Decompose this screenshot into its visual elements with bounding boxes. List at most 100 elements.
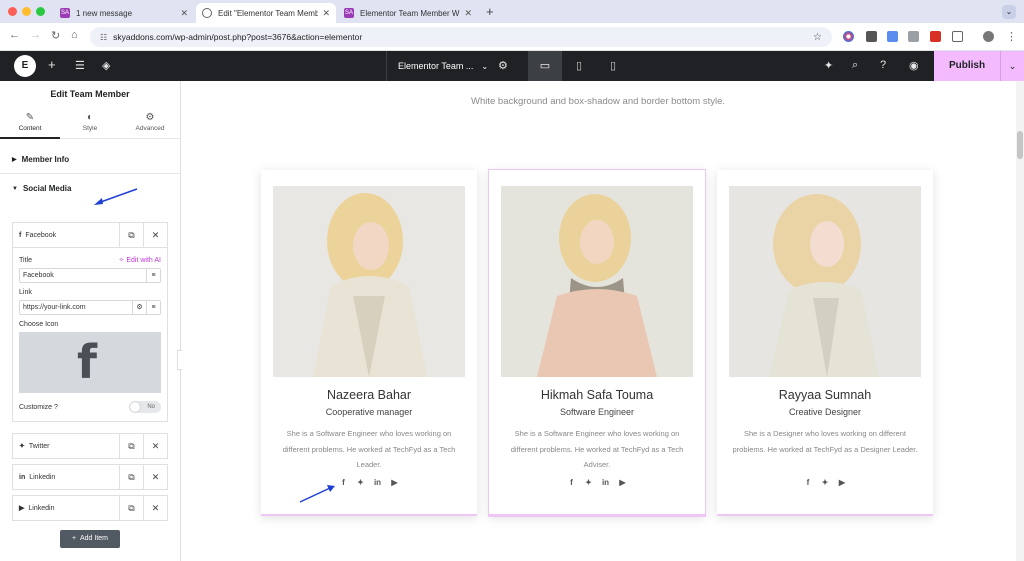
site-info-icon[interactable]: ☷ [100, 33, 107, 42]
more-menu-icon[interactable]: ⋮ [1006, 30, 1017, 43]
title-label: Title [19, 256, 32, 264]
browser-tab-edit[interactable]: Edit "Elementor Team Member" ✕ [196, 3, 336, 23]
mobile-view-icon[interactable]: ▯ [596, 51, 630, 81]
youtube-icon[interactable]: ▶ [618, 478, 627, 487]
linkedin-icon[interactable]: in [373, 478, 382, 487]
twitter-icon[interactable]: ✦ [821, 478, 830, 487]
page-settings-gear-icon[interactable]: ⚙ [498, 59, 508, 72]
duplicate-icon[interactable]: ⧉ [119, 496, 143, 520]
duplicate-icon[interactable]: ⧉ [119, 434, 143, 458]
tab-search-icon[interactable]: ⌄ [1002, 5, 1016, 19]
repeater-item-header[interactable]: ▶ Linkedin ⧉ ✕ [13, 496, 167, 520]
dynamic-tags-icon[interactable]: ≡ [146, 269, 160, 282]
back-icon[interactable]: ← [9, 29, 20, 41]
linkedin-icon[interactable]: in [601, 478, 610, 487]
section-subtitle: White background and box-shadow and bord… [470, 96, 725, 107]
close-tab-icon[interactable]: ✕ [322, 8, 330, 19]
publish-options-chevron-icon[interactable]: ⌄ [1000, 51, 1024, 81]
repeater-item-header[interactable]: in Linkedin ⧉ ✕ [13, 465, 167, 489]
facebook-icon: f [77, 335, 98, 389]
chevron-down-icon: ⌄ [481, 61, 489, 71]
bookmark-star-icon[interactable]: ☆ [813, 32, 822, 43]
image-extension-icon[interactable] [908, 31, 919, 42]
new-tab-button[interactable]: + [486, 4, 494, 19]
facebook-icon[interactable]: f [567, 478, 576, 487]
translate-extension-icon[interactable] [887, 31, 898, 42]
document-name-dropdown[interactable]: Elementor Team ... ⌄ [386, 51, 491, 81]
add-item-button[interactable]: + Add Item [60, 530, 120, 548]
close-tab-icon[interactable]: ✕ [180, 8, 188, 19]
home-icon[interactable]: ⌂ [71, 29, 78, 41]
twitter-icon[interactable]: ✦ [356, 478, 365, 487]
elementor-top-bar: E + ☰ ◈ Elementor Team ... ⌄ ⚙ ▭ ▯ ▯ ✦ ⌕… [0, 51, 1024, 81]
browser-tab-widget[interactable]: SA Elementor Team Member Wid ✕ [338, 3, 478, 23]
puzzle-extensions-icon[interactable] [952, 31, 963, 42]
duplicate-icon[interactable]: ⧉ [119, 223, 143, 247]
help-icon[interactable]: ? [880, 59, 886, 71]
address-bar[interactable]: ☷ skyaddons.com/wp-admin/post.php?post=3… [90, 27, 832, 47]
duplicate-icon[interactable]: ⧉ [119, 465, 143, 489]
title-input[interactable]: Facebook ≡ [19, 268, 161, 283]
structure-layers-icon[interactable]: ◈ [102, 59, 110, 72]
tablet-view-icon[interactable]: ▯ [562, 51, 596, 81]
elementor-logo-icon[interactable]: E [14, 55, 36, 77]
repeater-item-header[interactable]: ✦ Twitter ⧉ ✕ [13, 434, 167, 458]
section-member-info[interactable]: ▶ Member Info [0, 145, 180, 174]
customize-toggle[interactable]: No [129, 401, 161, 413]
notifications-icon[interactable]: ✦ [824, 59, 833, 72]
member-name: Rayyaa Sumnah [778, 388, 872, 402]
add-element-icon[interactable]: + [48, 57, 56, 72]
member-role: Creative Designer [788, 407, 862, 417]
dynamic-tags-icon[interactable]: ≡ [146, 301, 160, 314]
team-member-card[interactable]: Rayyaa Sumnah Creative Designer She is a… [717, 170, 933, 516]
search-icon[interactable]: ⌕ [852, 59, 858, 72]
team-member-card-selected[interactable]: Hikmah Safa Touma Software Engineer She … [488, 169, 706, 517]
twitter-icon[interactable]: ✦ [584, 478, 593, 487]
forward-icon[interactable]: → [30, 29, 41, 41]
youtube-icon: ▶ [19, 505, 25, 512]
reload-icon[interactable]: ↻ [51, 29, 60, 42]
publish-button[interactable]: Publish [934, 51, 1000, 81]
team-member-card[interactable]: Nazeera Bahar Cooperative manager She is… [261, 170, 477, 516]
edit-with-ai-button[interactable]: ✧ Edit with AI [119, 256, 161, 264]
linkedin-icon: in [19, 473, 26, 481]
toggle-label: No [147, 404, 155, 410]
remove-icon[interactable]: ✕ [143, 465, 167, 489]
facebook-icon[interactable]: f [339, 478, 348, 487]
facebook-icon: f [19, 231, 22, 239]
remove-icon[interactable]: ✕ [143, 223, 167, 247]
repeater-item-header[interactable]: f Facebook ⧉ ✕ [13, 223, 167, 247]
preview-eye-icon[interactable]: ◉ [909, 59, 919, 72]
minimize-window-button[interactable] [22, 7, 31, 16]
remove-icon[interactable]: ✕ [143, 496, 167, 520]
scrollbar-thumb[interactable] [1017, 131, 1023, 159]
youtube-icon[interactable]: ▶ [838, 478, 847, 487]
tab-label: Content [18, 125, 42, 132]
member-photo [273, 186, 465, 377]
close-tab-icon[interactable]: ✕ [464, 8, 472, 19]
red-extension-icon[interactable] [930, 31, 941, 42]
tab-title: Edit "Elementor Team Member" [218, 8, 319, 18]
shield-extension-icon[interactable] [866, 31, 877, 42]
sky-addons-favicon-icon: SA [344, 8, 354, 18]
facebook-icon[interactable]: f [804, 478, 813, 487]
icon-picker[interactable]: f [19, 332, 161, 393]
site-settings-icon[interactable]: ☰ [75, 59, 85, 72]
desktop-view-icon[interactable]: ▭ [528, 51, 562, 81]
youtube-icon[interactable]: ▶ [390, 478, 399, 487]
link-input[interactable]: https://your-link.com ⚙ ≡ [19, 300, 161, 315]
close-window-button[interactable] [8, 7, 17, 16]
browser-tab-messages[interactable]: SA 1 new message ✕ [54, 3, 194, 23]
profile-avatar-icon[interactable] [983, 31, 994, 42]
chrome-extension-icon[interactable] [843, 31, 854, 42]
tab-style[interactable]: ◐ Style [60, 107, 120, 138]
section-social-media[interactable]: ▼ Social Media [0, 174, 180, 203]
canvas-scrollbar[interactable] [1016, 81, 1024, 561]
repeater-item-label: Twitter [28, 442, 50, 450]
maximize-window-button[interactable] [36, 7, 45, 16]
remove-icon[interactable]: ✕ [143, 434, 167, 458]
link-options-gear-icon[interactable]: ⚙ [132, 301, 146, 314]
social-icons: f ✦ in ▶ [489, 478, 705, 487]
tab-advanced[interactable]: ⚙ Advanced [120, 107, 180, 138]
tab-content[interactable]: ✎ Content [0, 107, 60, 139]
